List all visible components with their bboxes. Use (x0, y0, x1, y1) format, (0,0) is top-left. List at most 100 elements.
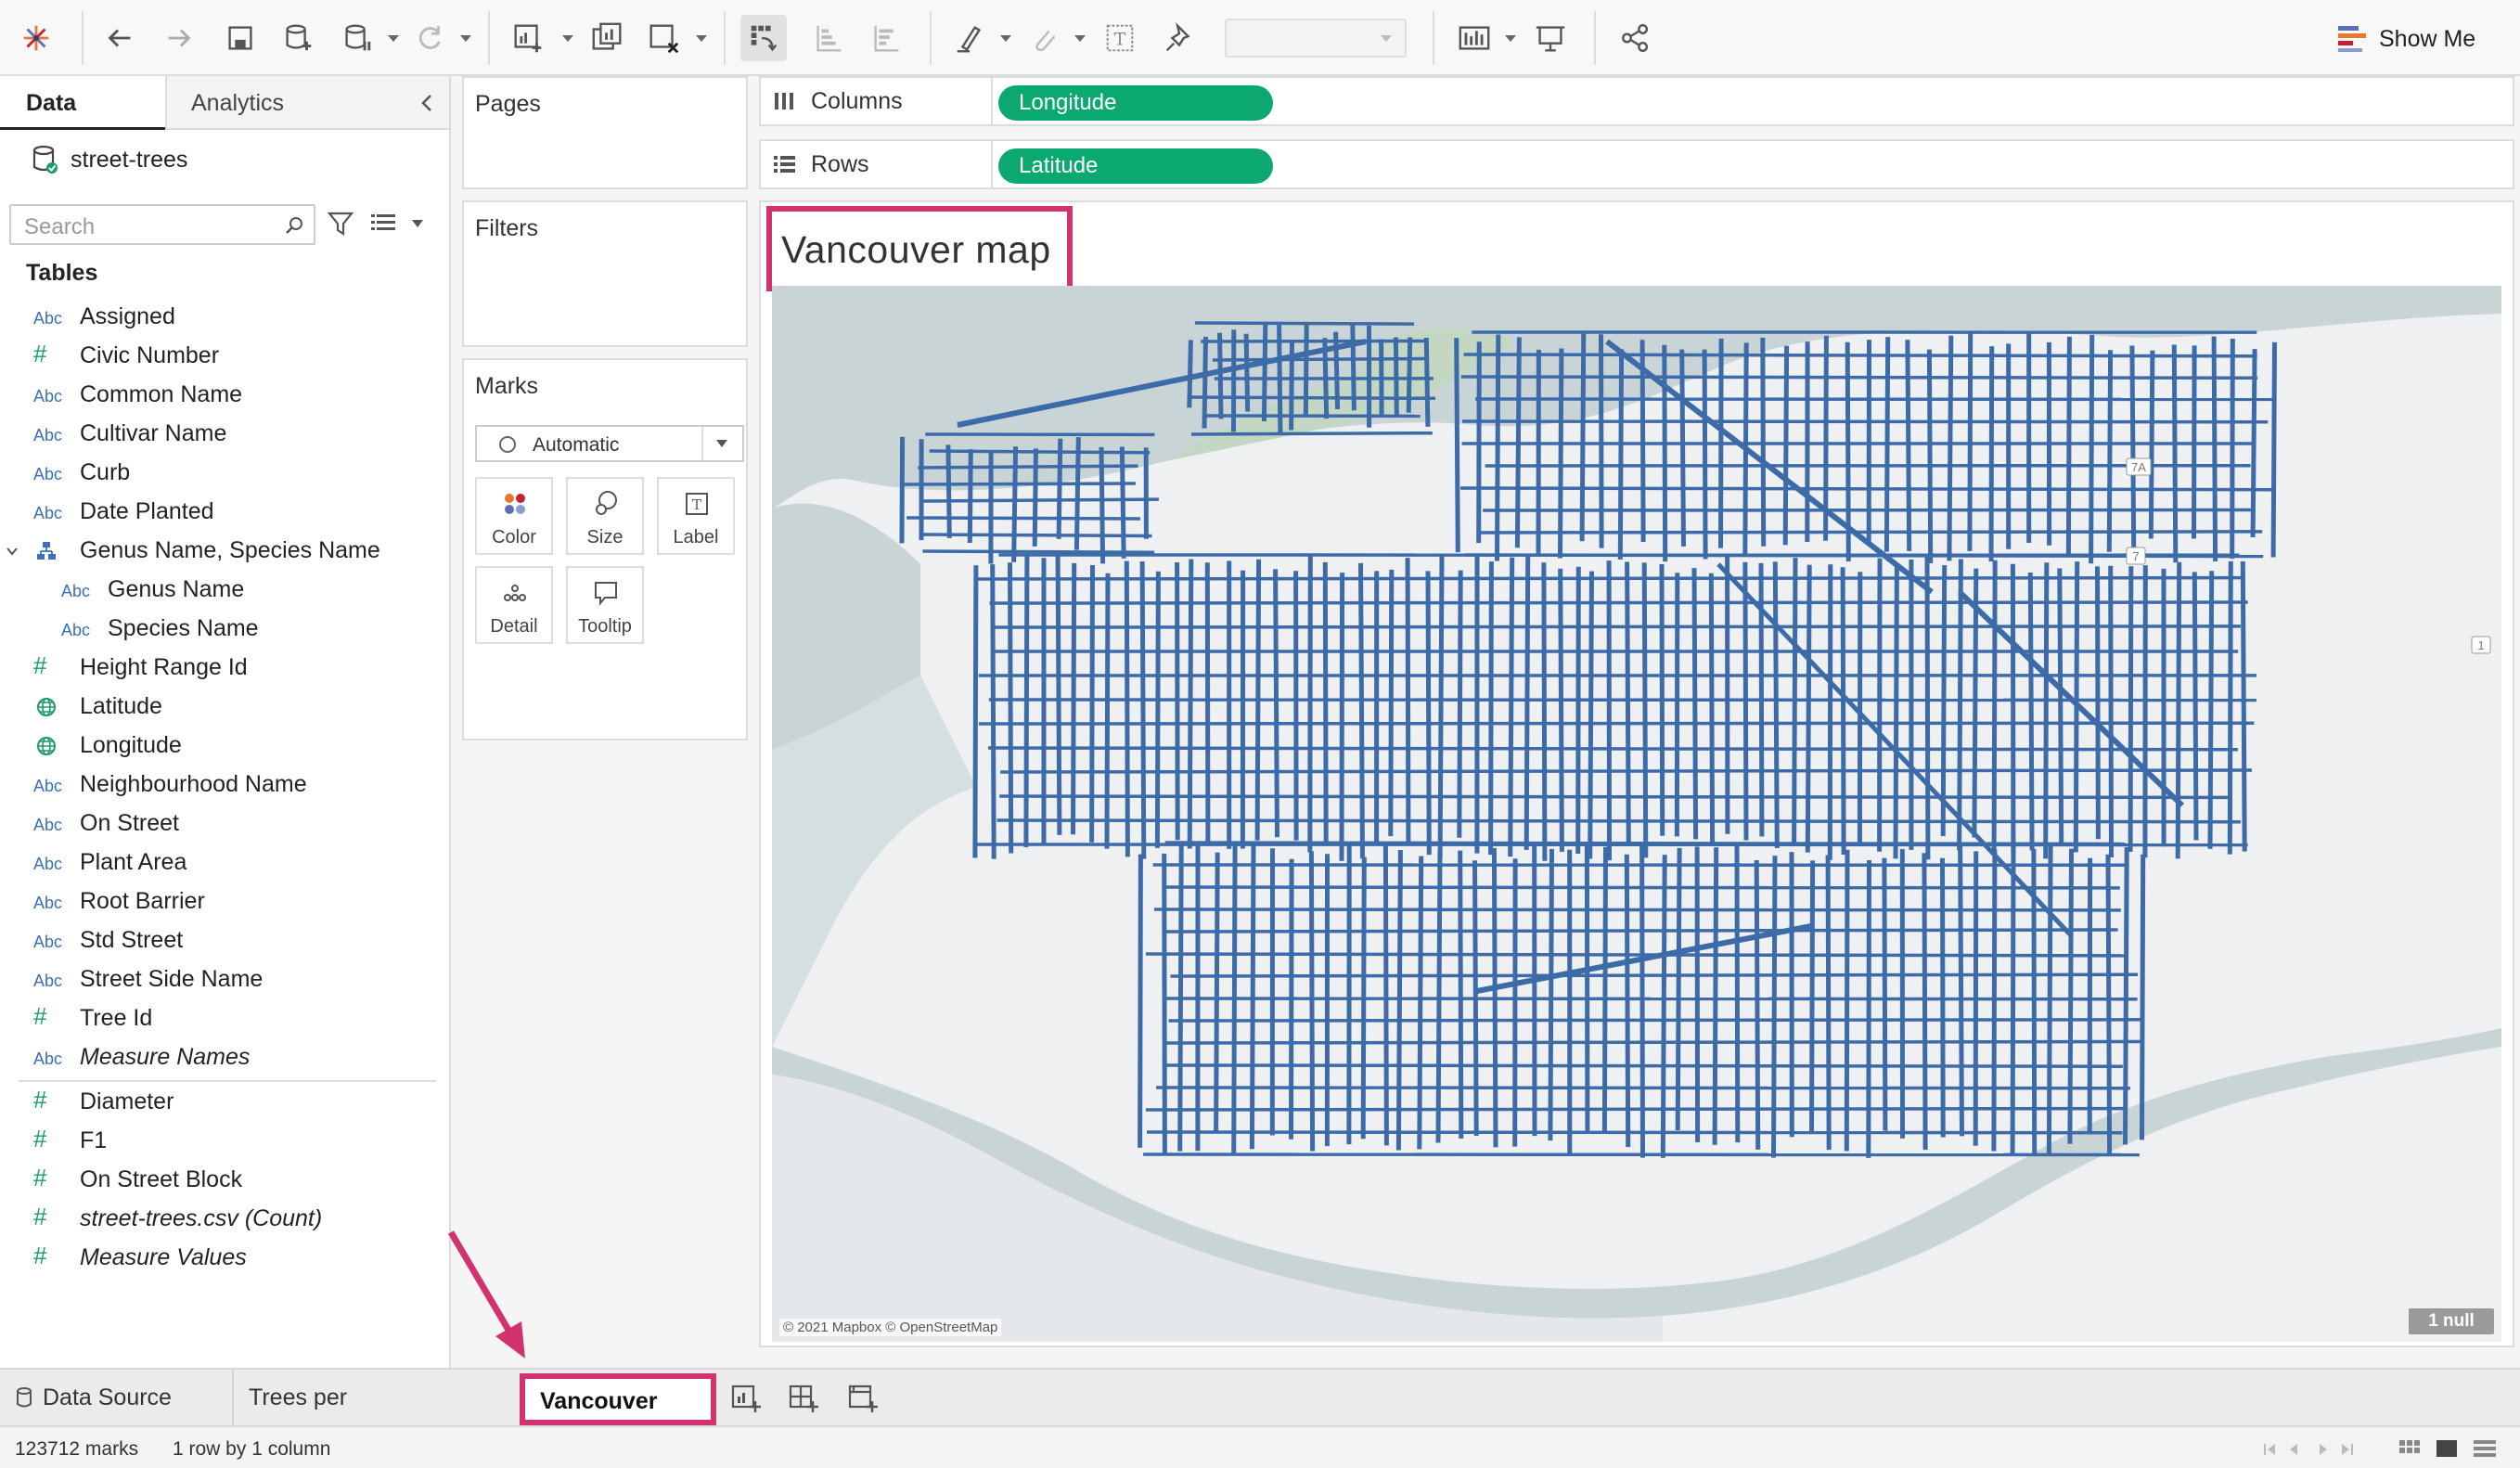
street-tree-line (1217, 332, 1224, 419)
dimension-item[interactable]: Abc On Street (0, 805, 449, 843)
mark-type-select[interactable]: Automatic (475, 425, 744, 462)
dimension-item[interactable]: # Height Range Id (0, 650, 449, 687)
street-tree-line (1164, 1039, 2142, 1045)
highlight-icon[interactable] (946, 15, 993, 61)
dimension-item[interactable]: Abc Common Name (0, 377, 449, 414)
new-sheet-dropdown[interactable] (562, 35, 573, 42)
street-tree-line (2057, 568, 2064, 845)
new-data-source-icon[interactable] (275, 15, 321, 61)
dimension-item[interactable]: Abc Plant Area (0, 844, 449, 882)
fix-axes-icon[interactable] (1156, 15, 1202, 61)
show-me-button[interactable]: Show Me (2336, 20, 2475, 58)
columns-shelf[interactable]: Columns Longitude (759, 76, 2514, 126)
show-cards-icon[interactable] (1451, 15, 1498, 61)
search-input[interactable]: Search (9, 204, 315, 245)
longitude-pill[interactable]: Longitude (998, 85, 1273, 121)
street-tree-line (1119, 446, 1126, 559)
street-tree-line (2027, 572, 2035, 851)
street-tree-line (1947, 335, 1954, 561)
label-button[interactable]: T Label (657, 477, 735, 555)
show-cards-dropdown[interactable] (1505, 35, 1516, 42)
sheet-navigation-icons[interactable] (2260, 1438, 2372, 1461)
refresh-dropdown[interactable] (460, 35, 471, 42)
fit-select[interactable] (1225, 19, 1407, 58)
measure-item[interactable]: # street-trees.csv (Count) (0, 1201, 449, 1238)
undo-icon[interactable] (96, 15, 143, 61)
dimension-item[interactable]: # Tree Id (0, 1000, 449, 1037)
new-story-tab-icon[interactable] (844, 1381, 881, 1416)
list-view-icon[interactable] (369, 212, 397, 236)
size-button[interactable]: Size (566, 477, 644, 555)
new-dashboard-tab-icon[interactable] (785, 1381, 822, 1416)
string-type-icon: Abc (33, 972, 63, 990)
tooltip-button[interactable]: Tooltip (566, 566, 644, 644)
dimension-item[interactable]: Latitude (0, 689, 449, 726)
clear-dropdown[interactable] (696, 35, 707, 42)
new-worksheet-icon[interactable] (505, 15, 551, 61)
filters-shelf[interactable]: Filters (462, 200, 748, 347)
tab-trees-per-neighbourhood[interactable]: Trees per Neighbourhood (232, 1370, 510, 1466)
tab-data-source[interactable]: Data Source (0, 1370, 219, 1425)
tab-data[interactable]: Data (0, 76, 165, 130)
pause-updates-icon[interactable] (334, 15, 380, 61)
street-tree-line (1089, 564, 1095, 843)
group-members-icon[interactable] (1021, 15, 1067, 61)
collapse-pane-icon[interactable] (418, 93, 436, 113)
dimension-item[interactable]: Abc Std Street (0, 922, 449, 959)
dimension-item[interactable]: Abc Cultivar Name (0, 416, 449, 453)
svg-text:T: T (692, 496, 701, 513)
dimension-item[interactable]: Abc Root Barrier (0, 883, 449, 921)
datasource-item[interactable]: street-trees (32, 141, 187, 178)
group-dropdown[interactable] (1074, 35, 1086, 42)
tab-analytics[interactable]: Analytics (165, 76, 449, 130)
chevron-down-icon[interactable] (6, 545, 19, 558)
measure-item[interactable]: # On Street Block (0, 1162, 449, 1199)
clear-sheet-icon[interactable] (640, 15, 687, 61)
dimension-item[interactable]: Abc Curb (0, 455, 449, 492)
street-tree-line (1417, 856, 1424, 1150)
mark-type-dropdown[interactable] (701, 427, 742, 460)
measure-item[interactable]: # Measure Values (0, 1240, 449, 1277)
filter-icon[interactable] (327, 210, 354, 238)
dimension-item[interactable]: Genus Name, Species Name (0, 533, 449, 570)
pause-updates-dropdown[interactable] (388, 35, 399, 42)
presentation-mode-icon[interactable] (1527, 15, 1574, 61)
swap-rows-columns-icon[interactable] (740, 15, 787, 61)
dimension-item[interactable]: Abc Genus Name (0, 572, 449, 609)
new-worksheet-tab-icon[interactable] (727, 1381, 765, 1416)
view-options-dropdown[interactable] (412, 220, 423, 227)
duplicate-sheet-icon[interactable] (585, 15, 631, 61)
tableau-logo-icon[interactable] (13, 15, 59, 61)
view-title[interactable]: Vancouver map (781, 228, 1051, 272)
pages-shelf[interactable]: Pages (462, 76, 748, 189)
measure-item[interactable]: # F1 (0, 1123, 449, 1160)
latitude-pill[interactable]: Latitude (998, 148, 1273, 184)
rows-shelf[interactable]: Rows Latitude (759, 139, 2514, 189)
highlight-dropdown[interactable] (1000, 35, 1011, 42)
sort-ascending-icon[interactable] (805, 15, 852, 61)
dimension-item[interactable]: Abc Neighbourhood Name (0, 766, 449, 804)
dimension-item[interactable]: Abc Species Name (0, 611, 449, 648)
redo-icon[interactable] (156, 15, 202, 61)
save-icon[interactable] (217, 15, 264, 61)
show-mark-labels-icon[interactable]: T (1097, 15, 1143, 61)
sort-descending-icon[interactable] (863, 15, 909, 61)
dimension-item[interactable]: Abc Date Planted (0, 494, 449, 531)
dimension-item[interactable]: # Civic Number (0, 338, 449, 375)
measure-item[interactable]: # Diameter (0, 1084, 449, 1121)
map-canvas[interactable]: 7A 7 1 (772, 286, 2501, 1342)
refresh-icon[interactable] (406, 15, 453, 61)
street-tree-line (1771, 856, 1778, 1158)
dimension-item[interactable]: Abc Measure Names (0, 1039, 449, 1076)
color-button[interactable]: Color (475, 477, 553, 555)
map[interactable]: 7A 7 1 © 2021 Mapbox © OpenStreetMap 1 n… (772, 286, 2501, 1342)
share-icon[interactable] (1613, 15, 1659, 61)
null-indicator[interactable]: 1 null (2409, 1308, 2494, 1334)
sheet-view-buttons[interactable] (2398, 1436, 2509, 1462)
dimension-item[interactable]: Abc Street Side Name (0, 961, 449, 998)
map-attribution[interactable]: © 2021 Mapbox © OpenStreetMap (779, 1319, 1002, 1336)
dimension-item[interactable]: Abc Assigned (0, 299, 449, 336)
dimension-item[interactable]: Longitude (0, 728, 449, 765)
detail-button[interactable]: Detail (475, 566, 553, 644)
tab-vancouver-map[interactable]: Vancouver map (520, 1373, 716, 1459)
